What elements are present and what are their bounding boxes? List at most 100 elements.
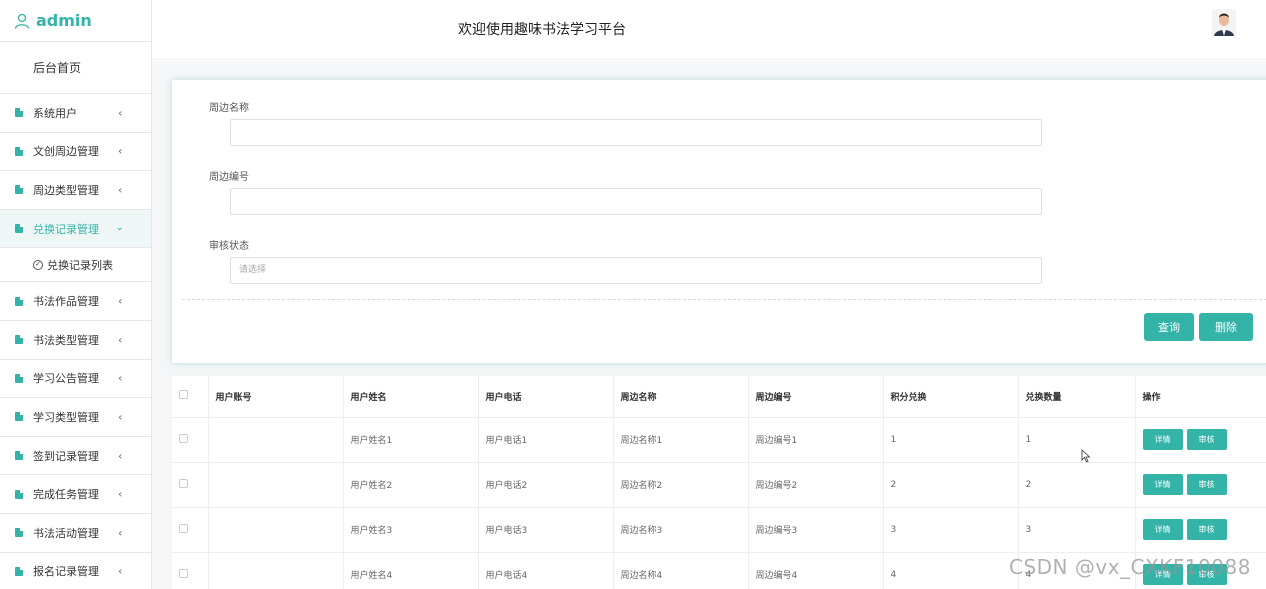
table-row: 用户姓名3 用户电话3 周边名称3 周边编号3 3 3 详情 审核 bbox=[172, 507, 1266, 553]
sidebar-subitem-exchange-list[interactable]: ✓ 兑换记录列表 bbox=[0, 248, 151, 283]
sidebar-subitem-label: 兑换记录列表 bbox=[47, 258, 113, 272]
sidebar-item-exchange-records[interactable]: 兑换记录管理 › bbox=[0, 209, 151, 249]
sidebar-item-notices[interactable]: 学习公告管理 ‹ bbox=[0, 360, 151, 399]
select-all-cell[interactable] bbox=[172, 376, 209, 418]
row-checkbox[interactable] bbox=[179, 478, 188, 488]
query-button[interactable]: 查询 bbox=[1144, 313, 1194, 341]
chevron-left-icon: ‹ bbox=[118, 449, 123, 463]
column-header: 周边名称 bbox=[613, 376, 749, 418]
review-status-select[interactable]: 请选择 bbox=[230, 257, 1042, 284]
cell-item-no: 周边编号1 bbox=[748, 417, 884, 463]
chevron-left-icon: ‹ bbox=[118, 183, 123, 197]
document-icon bbox=[15, 108, 23, 118]
chevron-left-icon: ‹ bbox=[118, 564, 123, 578]
sidebar-item-label: 系统用户 bbox=[33, 106, 77, 120]
sidebar-item-checkins[interactable]: 签到记录管理 ‹ bbox=[0, 437, 151, 476]
column-header: 用户姓名 bbox=[343, 376, 479, 418]
sidebar-item-label: 文创周边管理 bbox=[33, 145, 99, 159]
cell-name: 用户姓名2 bbox=[343, 462, 479, 508]
cell-account bbox=[208, 507, 344, 553]
sidebar-item-signups[interactable]: 报名记录管理 ‹ bbox=[0, 553, 151, 589]
cell-account bbox=[208, 417, 344, 463]
watermark: CSDN @vx_CXKF10088 bbox=[1009, 555, 1251, 579]
cell-item-name: 周边名称4 bbox=[613, 552, 749, 589]
table-row: 用户姓名1 用户电话1 周边名称1 周边编号1 1 1 详情 审核 bbox=[172, 417, 1266, 463]
document-icon bbox=[15, 412, 23, 422]
document-icon bbox=[15, 528, 23, 538]
document-icon bbox=[15, 489, 23, 499]
review-button[interactable]: 审核 bbox=[1186, 519, 1227, 540]
row-checkbox[interactable] bbox=[179, 523, 188, 533]
sidebar-item-works[interactable]: 书法作品管理 ‹ bbox=[0, 282, 151, 321]
cell-points: 2 bbox=[883, 462, 1019, 508]
sidebar-item-label: 兑换记录管理 bbox=[33, 222, 99, 236]
cell-phone: 用户电话4 bbox=[478, 552, 614, 589]
chevron-left-icon: ‹ bbox=[118, 106, 123, 120]
field-label: 周边名称 bbox=[209, 103, 249, 114]
sidebar-item-label: 报名记录管理 bbox=[33, 565, 99, 579]
column-header: 用户账号 bbox=[208, 376, 344, 418]
top-header: 欢迎使用趣味书法学习平台 bbox=[152, 0, 1266, 60]
review-button[interactable]: 审核 bbox=[1186, 429, 1227, 450]
cell-phone: 用户电话3 bbox=[478, 507, 614, 553]
detail-button[interactable]: 详情 bbox=[1142, 519, 1183, 540]
select-all-checkbox[interactable] bbox=[179, 390, 188, 400]
document-icon bbox=[15, 146, 23, 156]
sidebar-item-merch-types[interactable]: 周边类型管理 ‹ bbox=[0, 171, 151, 210]
cell-phone: 用户电话2 bbox=[478, 462, 614, 508]
chevron-left-icon: ‹ bbox=[118, 333, 123, 347]
cell-points: 4 bbox=[883, 552, 1019, 589]
cell-item-no: 周边编号3 bbox=[748, 507, 884, 553]
document-icon bbox=[15, 373, 23, 383]
field-label: 周边编号 bbox=[209, 172, 249, 183]
cell-item-no: 周边编号4 bbox=[748, 552, 884, 589]
document-icon bbox=[15, 566, 23, 576]
cell-points: 1 bbox=[883, 417, 1019, 463]
cell-account bbox=[208, 552, 344, 589]
row-checkbox[interactable] bbox=[179, 568, 188, 578]
cell-points: 3 bbox=[883, 507, 1019, 553]
table-header-row: 用户账号 用户姓名 用户电话 周边名称 周边编号 积分兑换 兑换数量 操作 bbox=[172, 376, 1266, 418]
sidebar-item-activities[interactable]: 书法活动管理 ‹ bbox=[0, 514, 151, 553]
search-panel: 周边名称 周边编号 审核状态 请选择 查询 删除 bbox=[172, 80, 1266, 363]
review-button[interactable]: 审核 bbox=[1186, 474, 1227, 495]
merch-number-input[interactable] bbox=[230, 188, 1042, 215]
sidebar-item-study-types[interactable]: 学习类型管理 ‹ bbox=[0, 398, 151, 437]
table-row: 用户姓名2 用户电话2 周边名称2 周边编号2 2 2 详情 审核 bbox=[172, 462, 1266, 508]
column-header: 用户电话 bbox=[478, 376, 614, 418]
cell-item-no: 周边编号2 bbox=[748, 462, 884, 508]
delete-button[interactable]: 删除 bbox=[1199, 313, 1253, 341]
main-content: 周边名称 周边编号 审核状态 请选择 查询 删除 用户账号 用户姓名 用户电话 … bbox=[152, 61, 1266, 589]
chevron-left-icon: ‹ bbox=[118, 294, 123, 308]
sidebar-item-label: 书法类型管理 bbox=[33, 333, 99, 347]
page-title: 欢迎使用趣味书法学习平台 bbox=[458, 22, 626, 38]
sidebar-item-label: 学习公告管理 bbox=[33, 372, 99, 386]
detail-button[interactable]: 详情 bbox=[1142, 474, 1183, 495]
brand: admin bbox=[0, 0, 151, 42]
column-header: 操作 bbox=[1135, 376, 1266, 418]
document-icon bbox=[15, 185, 23, 195]
cell-item-name: 周边名称2 bbox=[613, 462, 749, 508]
chevron-left-icon: ‹ bbox=[118, 487, 123, 501]
divider bbox=[182, 299, 1266, 300]
sidebar-item-home[interactable]: 后台首页 bbox=[0, 42, 151, 94]
detail-button[interactable]: 详情 bbox=[1142, 429, 1183, 450]
sidebar-item-merch[interactable]: 文创周边管理 ‹ bbox=[0, 133, 151, 172]
chevron-left-icon: ‹ bbox=[118, 144, 123, 158]
cell-name: 用户姓名4 bbox=[343, 552, 479, 589]
sidebar-item-work-types[interactable]: 书法类型管理 ‹ bbox=[0, 321, 151, 360]
check-circle-icon: ✓ bbox=[33, 259, 43, 270]
brand-name: admin bbox=[36, 11, 92, 30]
cell-item-name: 周边名称3 bbox=[613, 507, 749, 553]
cell-name: 用户姓名3 bbox=[343, 507, 479, 553]
chevron-left-icon: ‹ bbox=[118, 371, 123, 385]
row-checkbox[interactable] bbox=[179, 433, 188, 443]
sidebar-item-system-users[interactable]: 系统用户 ‹ bbox=[0, 94, 151, 133]
cell-item-name: 周边名称1 bbox=[613, 417, 749, 463]
cell-account bbox=[208, 462, 344, 508]
sidebar-item-tasks[interactable]: 完成任务管理 ‹ bbox=[0, 475, 151, 514]
merch-name-input[interactable] bbox=[230, 119, 1042, 146]
sidebar-item-label: 学习类型管理 bbox=[33, 410, 99, 424]
mouse-cursor-icon bbox=[1081, 449, 1091, 463]
avatar[interactable] bbox=[1212, 9, 1236, 36]
